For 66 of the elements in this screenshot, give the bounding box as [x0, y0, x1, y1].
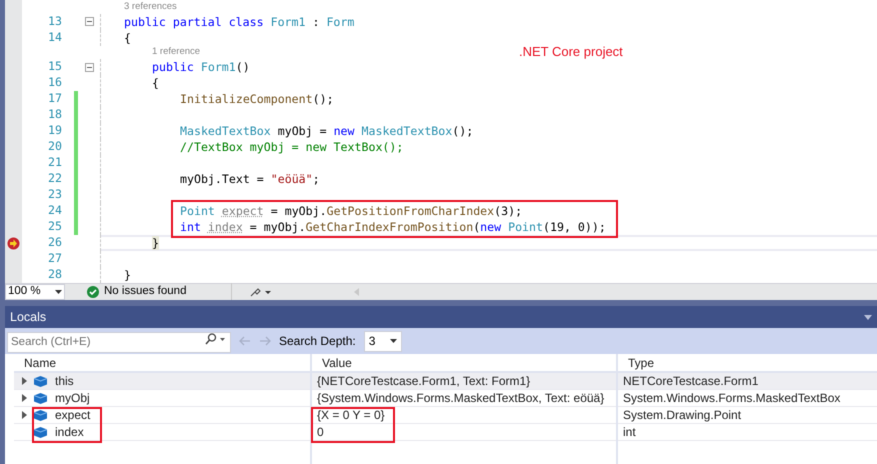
line-number: 25	[47, 218, 62, 236]
value-cell: {NETCoreTestcase.Form1, Text: Form1}	[312, 373, 616, 390]
line-number: 18	[47, 106, 62, 124]
line-number: 13	[47, 12, 62, 30]
type-cell: System.Drawing.Point	[618, 407, 877, 424]
line-number: 14	[47, 28, 62, 46]
search-depth-dropdown[interactable]: 3	[364, 330, 402, 352]
line-number: 17	[47, 90, 62, 108]
line-number: 21	[47, 154, 62, 172]
variable-name: this	[55, 373, 74, 390]
code-line: Point expect = myObj.GetPositionFromCharIndex(3);	[180, 204, 522, 218]
caret-icon[interactable]	[390, 339, 397, 343]
type-cell: NETCoreTestcase.Form1	[618, 373, 877, 390]
line-number: 20	[47, 138, 62, 156]
line-number: 28	[47, 266, 62, 283]
issues-status[interactable]: No issues found	[104, 283, 186, 301]
variable-row[interactable]: index	[14, 424, 310, 441]
code-line: {	[124, 30, 131, 44]
variable-name: myObj	[55, 390, 90, 407]
variable-row[interactable]: this	[14, 373, 310, 390]
variable-name: expect	[55, 407, 90, 424]
margin-strip	[5, 0, 22, 14]
variable-row[interactable]: expect	[14, 407, 310, 424]
check-icon	[87, 286, 99, 298]
line-number: 27	[47, 250, 62, 268]
value-cell: {System.Windows.Forms.MaskedTextBox, Text: eöüä}	[312, 390, 616, 407]
caret-icon[interactable]	[55, 290, 62, 294]
code-line: {	[152, 76, 159, 90]
line-number: 22	[47, 170, 62, 188]
line-number: 19	[47, 122, 62, 140]
expand-icon[interactable]	[22, 411, 27, 419]
annotation-text: .NET Core project	[519, 43, 623, 61]
search-field[interactable]: Search (Ctrl+E)	[7, 332, 231, 352]
cube-icon	[34, 426, 47, 438]
line-number: 26	[47, 234, 62, 252]
brush-icon[interactable]	[250, 287, 272, 297]
cube-icon	[34, 376, 47, 386]
search-icon[interactable]	[205, 333, 227, 345]
value-cell: {X = 0 Y = 0}	[312, 407, 616, 424]
panel-title: Locals	[10, 308, 46, 326]
search-depth-label: Search Depth:	[279, 333, 356, 350]
collapse-icon[interactable]	[84, 17, 94, 26]
cube-icon	[34, 410, 47, 420]
expand-icon[interactable]	[22, 377, 27, 385]
code-line: }	[124, 268, 131, 282]
line-number: 24	[47, 202, 62, 220]
code-line: MaskedTextBox myObj = new MaskedTextBox();	[180, 124, 474, 138]
code-line: public partial class Form1 : Form	[124, 14, 354, 28]
code-line: myObj.Text = "eöüä";	[180, 172, 320, 186]
code-line: //TextBox myObj = new TextBox();	[180, 140, 404, 154]
cube-icon	[34, 392, 47, 404]
code-line: int index = myObj.GetCharIndexFromPosition(new Point(19, 0));	[180, 220, 606, 234]
variable-name: index	[55, 424, 84, 441]
dropdown-icon[interactable]	[864, 314, 872, 320]
collapse-icon[interactable]	[84, 62, 94, 72]
expand-icon[interactable]	[22, 394, 27, 402]
line-number: 23	[47, 186, 62, 204]
line-number: 16	[47, 74, 62, 92]
type-cell: System.Windows.Forms.MaskedTextBox	[618, 390, 877, 407]
code-line: public Form1()	[152, 60, 250, 74]
type-cell: int	[618, 424, 877, 441]
code-line: InitializeComponent();	[180, 92, 334, 106]
zoom-dropdown[interactable]: 100 %	[5, 284, 65, 300]
reference-count[interactable]: 3 references	[124, 0, 177, 13]
line-number: 15	[47, 58, 62, 76]
variable-row[interactable]: myObj	[14, 390, 310, 407]
